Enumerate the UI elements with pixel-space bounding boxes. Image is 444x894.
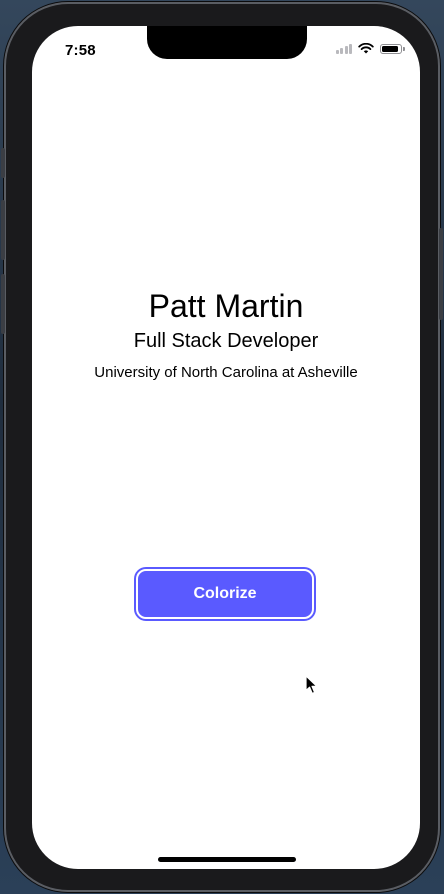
- device-notch: [147, 26, 307, 59]
- status-bar-time: 7:58: [65, 42, 96, 59]
- status-bar-icons: [335, 43, 405, 54]
- profile-job-title: Full Stack Developer: [133, 330, 319, 352]
- wifi-icon: [358, 43, 374, 54]
- app-screen: 7:58 Patt Martin Full Stack Developer Un…: [32, 26, 420, 869]
- battery-level-fill: [382, 45, 398, 52]
- profile-name: Patt Martin: [148, 288, 304, 324]
- battery-icon: [380, 43, 405, 54]
- power-button: [439, 228, 443, 320]
- volume-up-button: [1, 200, 5, 260]
- home-indicator[interactable]: [158, 857, 296, 862]
- silent-switch: [1, 148, 5, 178]
- mouse-pointer-icon: [305, 675, 318, 694]
- volume-down-button: [1, 274, 5, 334]
- cellular-signal-icon: [335, 43, 352, 54]
- iphone-simulator-frame: 7:58 Patt Martin Full Stack Developer Un…: [1, 2, 443, 892]
- colorize-button[interactable]: Colorize: [134, 567, 316, 621]
- profile-school: University of North Carolina at Ashevill…: [94, 364, 358, 381]
